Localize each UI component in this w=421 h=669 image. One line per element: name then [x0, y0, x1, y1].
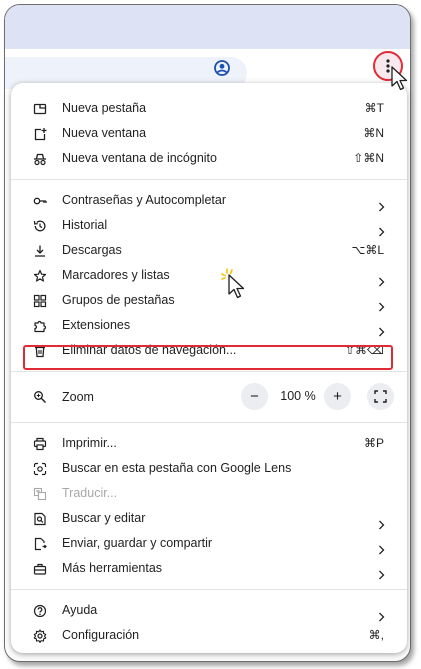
menu-item-label: Extensiones: [62, 318, 131, 332]
zoom-row: Zoom −100 % +: [11, 380, 407, 414]
menu-item-label: Nueva ventana: [62, 126, 147, 140]
menu-item-new-window[interactable]: Nueva ventana ⌘N: [11, 121, 407, 146]
chevron-right-icon: [378, 321, 385, 337]
menu-item-label: Ayuda: [62, 603, 98, 617]
menu-item-label: Nueva ventana de incógnito: [62, 151, 217, 165]
menu-item-print[interactable]: Imprimir... ⌘P: [11, 431, 407, 456]
zoom-control: −100 % +: [241, 383, 353, 410]
trash-icon: [33, 344, 47, 358]
toolbox-icon: [33, 562, 47, 576]
zoom-magnifier-icon: [33, 390, 47, 407]
menu-item-history[interactable]: Historial: [11, 213, 407, 238]
menu-item-extensions[interactable]: Extensiones: [11, 313, 407, 338]
zoom-level-value: 100 %: [280, 389, 316, 403]
menu-item-label: Más herramientas: [62, 561, 163, 575]
menu-separator: [11, 422, 407, 423]
menu-item-send-save[interactable]: Enviar, guardar y compartir: [11, 531, 407, 556]
gear-icon: [33, 629, 47, 643]
menu-item-help[interactable]: Ayuda: [11, 598, 407, 623]
menu-item-label: Nueva pestaña: [62, 101, 147, 115]
menu-item-new-incognito[interactable]: Nueva ventana de incógnito ⇧⌘N: [11, 146, 407, 171]
menu-separator: [11, 371, 407, 372]
menu-item-label: Contraseñas y Autocompletar: [62, 193, 226, 207]
new-window-icon: [33, 127, 47, 141]
menu-item-label: Eliminar datos de navegación...: [62, 343, 237, 357]
help-icon: [33, 604, 47, 618]
chevron-right-icon: [378, 514, 385, 530]
key-icon: [33, 194, 47, 208]
keyboard-shortcut: ⌘,: [368, 628, 384, 642]
zoom-out-button[interactable]: −: [241, 383, 268, 410]
lens-icon: [33, 462, 47, 476]
keyboard-shortcut: ⌥⌘L: [351, 243, 384, 257]
menu-item-label: Enviar, guardar y compartir: [62, 536, 213, 550]
fullscreen-icon: [374, 390, 387, 403]
menu-item-label: Configuración: [62, 628, 140, 642]
keyboard-shortcut: ⌘N: [363, 126, 384, 140]
menu-item-passwords[interactable]: Contraseñas y Autocompletar: [11, 188, 407, 213]
chevron-right-icon: [378, 271, 385, 287]
menu-item-new-tab[interactable]: Nueva pestaña ⌘T: [11, 96, 407, 121]
menu-item-label: Traducir...: [62, 486, 118, 500]
keyboard-shortcut: ⇧⌘⌫: [344, 343, 384, 357]
translate-icon: [33, 487, 47, 501]
menu-item-lens[interactable]: Buscar en esta pestaña con Google Lens: [11, 456, 407, 481]
incognito-icon: [33, 152, 47, 166]
keyboard-shortcut: ⌘T: [364, 101, 384, 115]
zoom-in-button[interactable]: +: [324, 383, 351, 410]
menu-item-label: Marcadores y listas: [62, 268, 170, 282]
menu-item-find-edit[interactable]: Buscar y editar: [11, 506, 407, 531]
click-cursor-icon: [219, 266, 247, 300]
menu-item-label: Buscar en esta pestaña con Google Lens: [62, 461, 292, 475]
menu-item-label: Imprimir...: [62, 436, 117, 450]
chevron-right-icon: [378, 196, 385, 212]
menu-item-label: Historial: [62, 218, 108, 232]
send-icon: [33, 537, 47, 551]
fullscreen-button[interactable]: [367, 383, 394, 410]
menu-item-settings[interactable]: Configuración ⌘,: [11, 623, 407, 648]
chevron-right-icon: [378, 564, 385, 580]
menu-item-clear-data[interactable]: Eliminar datos de navegación... ⇧⌘⌫: [11, 338, 407, 363]
chevron-right-icon: [378, 606, 385, 622]
star-icon: [33, 269, 47, 283]
profile-icon[interactable]: [212, 58, 232, 78]
menu-item-tab-groups[interactable]: Grupos de pestañas: [11, 288, 407, 313]
find-icon: [33, 512, 47, 526]
keyboard-shortcut: ⌘P: [363, 436, 384, 450]
menu-item-translate: Traducir...: [11, 481, 407, 506]
menu-item-label: Grupos de pestañas: [62, 293, 175, 307]
menu-separator: [11, 179, 407, 180]
menu-item-label: Descargas: [62, 243, 122, 257]
mouse-cursor-icon: [390, 66, 410, 92]
menu-padding: [11, 83, 407, 96]
zoom-label: Zoom: [62, 390, 94, 404]
print-icon: [33, 437, 47, 451]
history-icon: [33, 219, 47, 233]
chrome-main-menu: Nueva pestaña ⌘T Nueva ventana ⌘N Nueva vent…: [11, 83, 407, 653]
tab-strip: [5, 5, 410, 49]
keyboard-shortcut: ⇧⌘N: [353, 151, 384, 165]
menu-item-downloads[interactable]: Descargas ⌥⌘L: [11, 238, 407, 263]
chevron-right-icon: [378, 296, 385, 312]
menu-item-label: Buscar y editar: [62, 511, 146, 525]
puzzle-icon: [33, 319, 47, 333]
menu-item-more-tools[interactable]: Más herramientas: [11, 556, 407, 581]
menu-separator: [11, 589, 407, 590]
menu-item-bookmarks[interactable]: Marcadores y listas: [11, 263, 407, 288]
download-icon: [33, 244, 47, 258]
chevron-right-icon: [378, 539, 385, 555]
chevron-right-icon: [378, 221, 385, 237]
grid-icon: [33, 294, 47, 308]
new-tab-icon: [33, 102, 47, 116]
